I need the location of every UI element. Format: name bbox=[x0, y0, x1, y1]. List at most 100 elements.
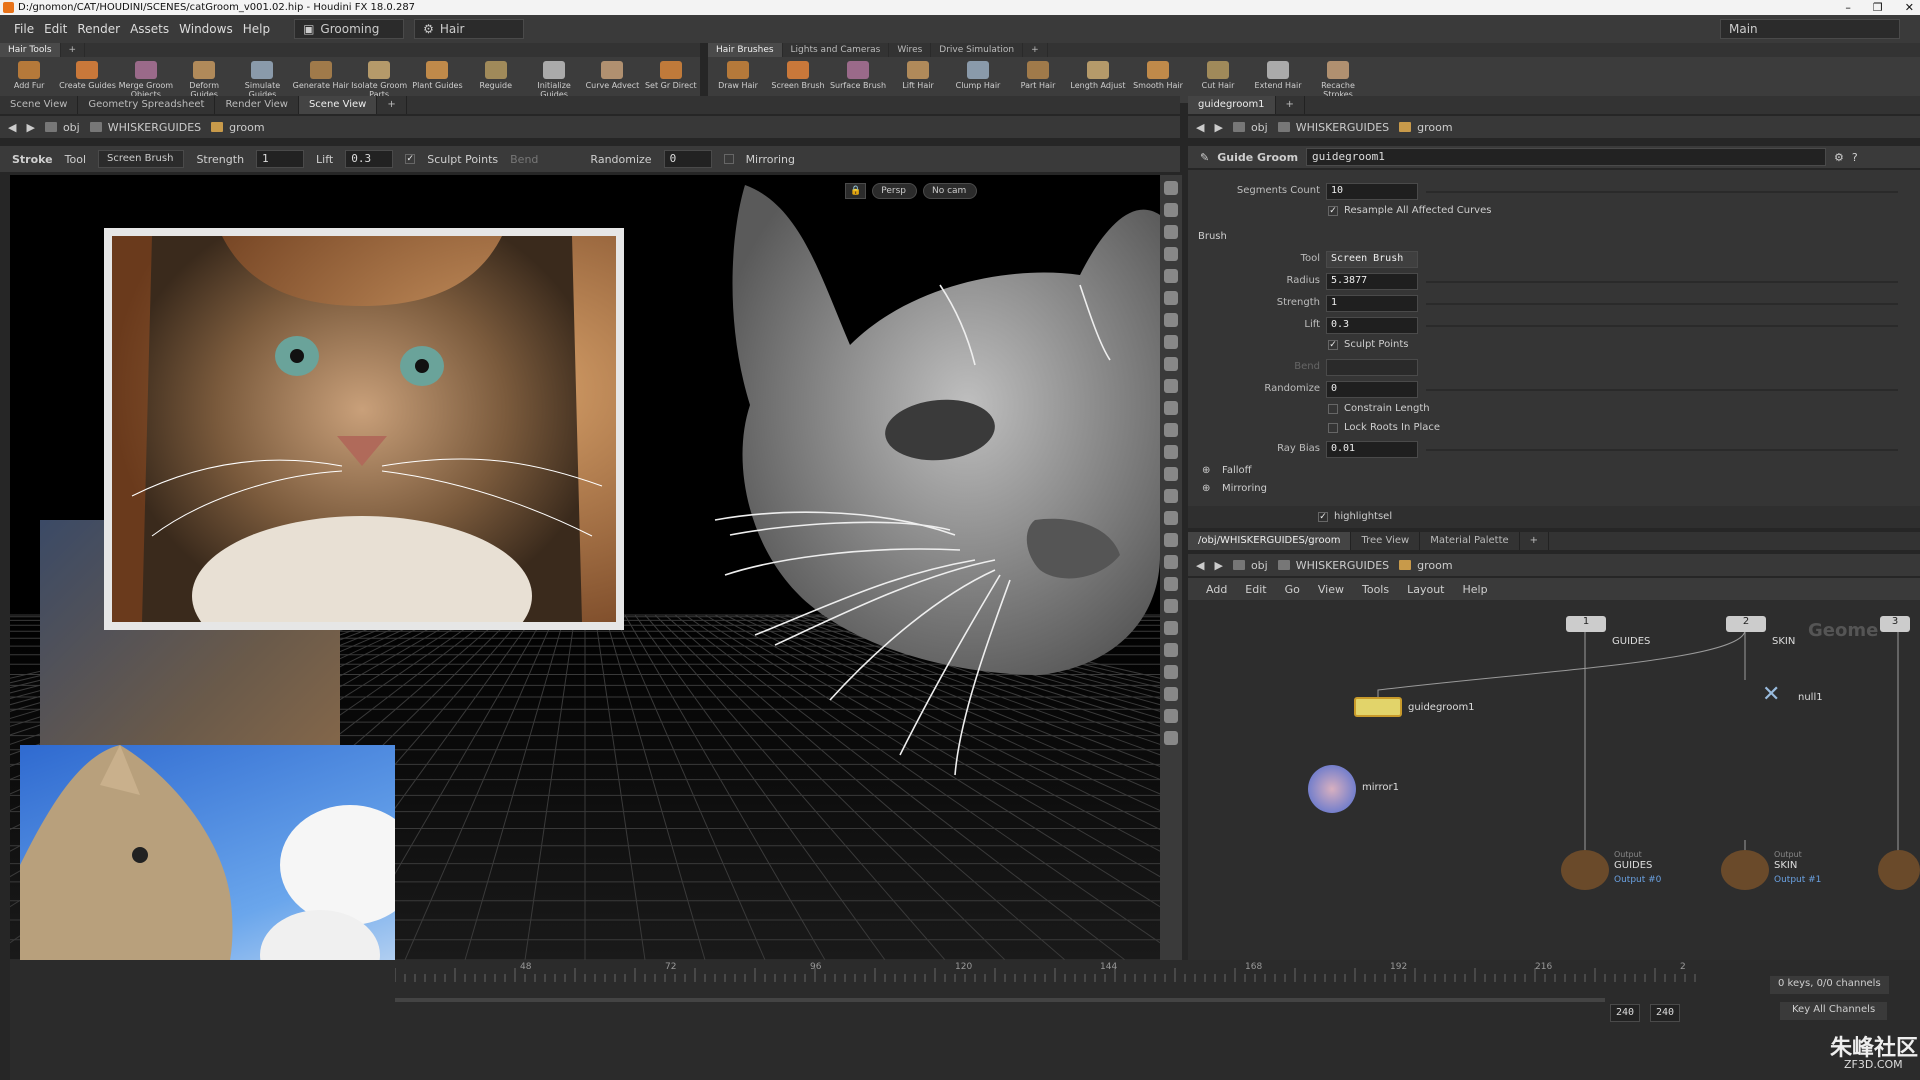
viewport-tool-icon[interactable] bbox=[1164, 203, 1178, 217]
persp-menu[interactable]: Persp bbox=[872, 183, 917, 199]
keys-status[interactable]: 0 keys, 0/0 channels bbox=[1770, 976, 1889, 994]
range-end-field[interactable]: 240 bbox=[1650, 1004, 1681, 1022]
viewport-tool-icon[interactable] bbox=[1164, 291, 1178, 305]
back-icon[interactable]: ◀ bbox=[8, 121, 16, 134]
shelf-tool-initialize-guides[interactable]: Initialize Guides bbox=[525, 61, 583, 99]
strength-field[interactable]: 1 bbox=[256, 150, 305, 168]
viewport-tool-icon[interactable] bbox=[1164, 489, 1178, 503]
shelf-tool-plant-guides[interactable]: Plant Guides bbox=[408, 61, 466, 99]
minimize-icon[interactable]: – bbox=[1845, 0, 1851, 15]
raybias-slider[interactable] bbox=[1426, 449, 1898, 451]
output-node-3[interactable] bbox=[1878, 850, 1920, 890]
mirroring-folder[interactable]: Mirroring bbox=[1222, 483, 1267, 494]
shelf-tool-extend-hair[interactable]: Extend Hair bbox=[1248, 61, 1308, 99]
sculpt-checkbox[interactable]: ✓ bbox=[405, 154, 416, 164]
shelf-tab-lights[interactable]: Lights and Cameras bbox=[783, 43, 890, 57]
shelf-tool-reguide[interactable]: Reguide bbox=[467, 61, 525, 99]
net-menu-tools[interactable]: Tools bbox=[1362, 583, 1389, 596]
viewport-tool-icon[interactable] bbox=[1164, 599, 1178, 613]
shelf-tool-create-guides[interactable]: Create Guides bbox=[58, 61, 116, 99]
shelf-tool-generate-hair[interactable]: Generate Hair bbox=[292, 61, 350, 99]
randomize-slider[interactable] bbox=[1426, 389, 1898, 391]
viewport-tool-icon[interactable] bbox=[1164, 335, 1178, 349]
forward-icon[interactable]: ▶ bbox=[26, 121, 34, 134]
menu-help[interactable]: Help bbox=[243, 22, 270, 36]
shelf-tool-surface-brush[interactable]: Surface Brush bbox=[828, 61, 888, 99]
shelf-tab-drive-sim[interactable]: Drive Simulation bbox=[931, 43, 1024, 57]
viewport-tool-icon[interactable] bbox=[1164, 467, 1178, 481]
shelf-tab-hair-tools[interactable]: Hair Tools bbox=[0, 43, 61, 57]
viewport-tool-icon[interactable] bbox=[1164, 577, 1178, 591]
forward-icon[interactable]: ▶ bbox=[1214, 559, 1222, 572]
net-menu-layout[interactable]: Layout bbox=[1407, 583, 1444, 596]
crumb-whiskerguides[interactable]: WHISKERGUIDES bbox=[89, 121, 201, 134]
expand-icon[interactable]: ⊕ bbox=[1202, 465, 1210, 476]
shelf-tool-deform-guides[interactable]: Deform Guides bbox=[175, 61, 233, 99]
segments-count-field[interactable]: 10 bbox=[1326, 183, 1418, 200]
viewport-tool-icon[interactable] bbox=[1164, 445, 1178, 459]
segments-count-slider[interactable] bbox=[1426, 191, 1898, 193]
strength-slider[interactable] bbox=[1426, 303, 1898, 305]
tab-render-view[interactable]: Render View bbox=[215, 96, 299, 114]
radius-field[interactable]: 5.3877 bbox=[1326, 273, 1418, 290]
add-tab-icon[interactable]: + bbox=[377, 96, 407, 114]
menu-file[interactable]: File bbox=[14, 22, 34, 36]
input-node-2[interactable]: 2 bbox=[1726, 616, 1766, 632]
crumb-obj[interactable]: obj bbox=[1232, 559, 1268, 572]
tab-network-path[interactable]: /obj/WHISKERGUIDES/groom bbox=[1188, 532, 1352, 550]
context-select[interactable]: ⚙ Hair bbox=[414, 19, 525, 39]
layout-select[interactable]: Main bbox=[1720, 19, 1900, 39]
tab-geometry-spreadsheet[interactable]: Geometry Spreadsheet bbox=[78, 96, 216, 114]
menu-assets[interactable]: Assets bbox=[130, 22, 169, 36]
constrain-checkbox[interactable] bbox=[1328, 404, 1338, 414]
shelf-tool-curve-advect[interactable]: Curve Advect bbox=[583, 61, 641, 99]
shelf-tool-screen-brush[interactable]: Screen Brush bbox=[768, 61, 828, 99]
expand-icon[interactable]: ⊕ bbox=[1202, 483, 1210, 494]
viewport-tool-icon[interactable] bbox=[1164, 511, 1178, 525]
strength-field[interactable]: 1 bbox=[1326, 295, 1418, 312]
shelf-tool-draw-hair[interactable]: Draw Hair bbox=[708, 61, 768, 99]
tab-scene-view[interactable]: Scene View bbox=[0, 96, 79, 114]
null-node-icon[interactable]: ✕ bbox=[1762, 682, 1780, 707]
input-node-3[interactable]: 3 bbox=[1880, 616, 1910, 632]
viewport-tool-icon[interactable] bbox=[1164, 357, 1178, 371]
shelf-tool-clump-hair[interactable]: Clump Hair bbox=[948, 61, 1008, 99]
viewport-tool-icon[interactable] bbox=[1164, 687, 1178, 701]
add-tab-icon[interactable]: + bbox=[1276, 96, 1305, 114]
shelf-tool-merge-groom-objects[interactable]: Merge Groom Objects bbox=[117, 61, 175, 99]
crumb-obj[interactable]: obj bbox=[44, 121, 80, 134]
add-shelf-icon[interactable]: + bbox=[1023, 43, 1048, 57]
shelf-tool-lift-hair[interactable]: Lift Hair bbox=[888, 61, 948, 99]
crumb-obj[interactable]: obj bbox=[1232, 121, 1268, 134]
shelf-tool-add-fur[interactable]: Add Fur bbox=[0, 61, 58, 99]
tool-select[interactable]: Screen Brush bbox=[98, 150, 185, 168]
menu-edit[interactable]: Edit bbox=[44, 22, 67, 36]
crumb-whiskerguides[interactable]: WHISKERGUIDES bbox=[1277, 559, 1389, 572]
tab-material-palette[interactable]: Material Palette bbox=[1420, 532, 1520, 550]
settings-icon[interactable]: ⚙ bbox=[1834, 151, 1844, 164]
crumb-groom[interactable]: groom bbox=[211, 121, 265, 134]
viewport-tool-icon[interactable] bbox=[1164, 621, 1178, 635]
viewport-tool-icon[interactable] bbox=[1164, 269, 1178, 283]
crumb-whiskerguides[interactable]: WHISKERGUIDES bbox=[1277, 121, 1389, 134]
shelf-tab-hair-brushes[interactable]: Hair Brushes bbox=[708, 43, 783, 57]
desktop-select[interactable]: ▣ Grooming bbox=[294, 19, 405, 39]
shelf-tool-recache-strokes[interactable]: Recache Strokes bbox=[1308, 61, 1368, 99]
shelf-tool-isolate-groom-parts[interactable]: Isolate Groom Parts bbox=[350, 61, 408, 99]
viewport-tool-icon[interactable] bbox=[1164, 709, 1178, 723]
viewport-tool-icon[interactable] bbox=[1164, 731, 1178, 745]
viewport-tool-icon[interactable] bbox=[1164, 247, 1178, 261]
range-slider[interactable] bbox=[395, 998, 1605, 1002]
randomize-field[interactable]: 0 bbox=[663, 150, 712, 168]
shelf-tool-part-hair[interactable]: Part Hair bbox=[1008, 61, 1068, 99]
lock-roots-checkbox[interactable] bbox=[1328, 423, 1338, 433]
shelf-tool-smooth-hair[interactable]: Smooth Hair bbox=[1128, 61, 1188, 99]
timeline-ruler[interactable] bbox=[394, 960, 1705, 982]
net-menu-help[interactable]: Help bbox=[1463, 583, 1488, 596]
lift-slider[interactable] bbox=[1426, 325, 1898, 327]
shelf-tab-wires[interactable]: Wires bbox=[889, 43, 932, 57]
shelf-tool-length-adjust[interactable]: Length Adjust bbox=[1068, 61, 1128, 99]
tab-scene-view-active[interactable]: Scene View bbox=[298, 96, 378, 114]
viewport-tool-icon[interactable] bbox=[1164, 379, 1178, 393]
viewport-tool-icon[interactable] bbox=[1164, 225, 1178, 239]
